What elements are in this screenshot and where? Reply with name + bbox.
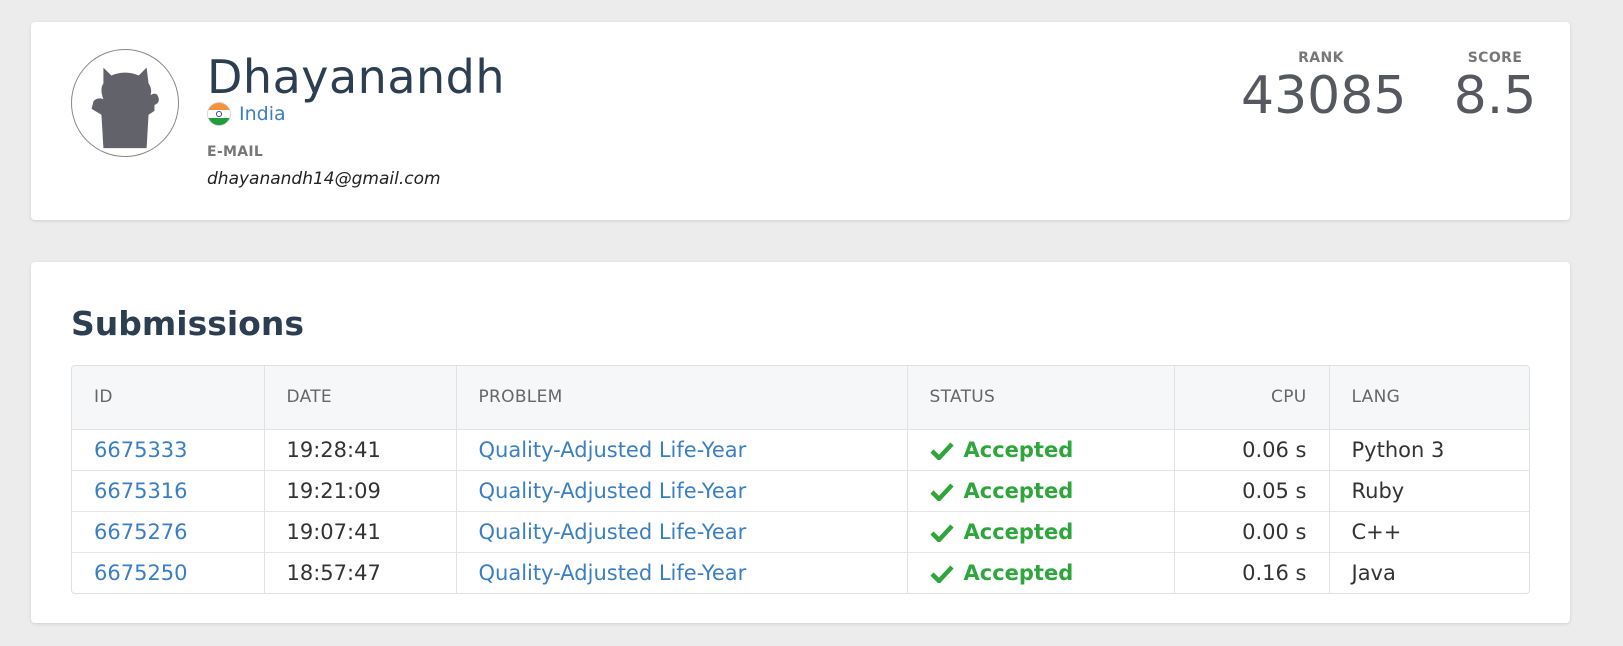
submission-cpu: 0.00 s xyxy=(1174,511,1330,553)
submission-cpu: 0.06 s xyxy=(1174,429,1330,471)
submission-cpu: 0.16 s xyxy=(1174,552,1330,593)
checkmark-icon xyxy=(929,482,954,501)
checkmark-icon xyxy=(929,441,954,460)
column-header-id: ID xyxy=(72,366,265,430)
submission-date: 19:07:41 xyxy=(264,511,457,553)
score-stat: SCORE 8.5 xyxy=(1445,50,1545,122)
submission-id-link[interactable]: 6675316 xyxy=(94,479,188,503)
column-header-problem: PROBLEM xyxy=(456,366,908,430)
india-flag-icon xyxy=(207,102,231,126)
submission-lang: C++ xyxy=(1329,511,1529,553)
rank-label: RANK xyxy=(1298,50,1344,66)
table-header-row: ID DATE PROBLEM STATUS CPU LANG xyxy=(72,366,1529,430)
column-header-lang: LANG xyxy=(1329,366,1529,430)
profile-card: Dhayanandh India E-MAIL dhayanandh14@gma… xyxy=(31,22,1570,220)
country-link[interactable]: India xyxy=(239,103,286,125)
table-row: 6675250 18:57:47 Quality-Adjusted Life-Y… xyxy=(72,552,1529,593)
score-label: SCORE xyxy=(1467,50,1523,66)
status-accepted: Accepted xyxy=(963,519,1074,544)
problem-link[interactable]: Quality-Adjusted Life-Year xyxy=(479,561,747,585)
default-avatar-icon xyxy=(91,67,159,149)
submissions-table: ID DATE PROBLEM STATUS CPU LANG 6675333 … xyxy=(71,365,1530,594)
avatar[interactable] xyxy=(71,49,179,157)
submission-lang: Java xyxy=(1351,560,1396,585)
submission-id-link[interactable]: 6675276 xyxy=(94,520,188,544)
username: Dhayanandh xyxy=(207,50,506,104)
table-row: 6675276 19:07:41 Quality-Adjusted Life-Y… xyxy=(72,511,1529,553)
problem-link[interactable]: Quality-Adjusted Life-Year xyxy=(479,438,747,462)
email-label: E-MAIL xyxy=(207,144,264,160)
status-accepted: Accepted xyxy=(963,437,1074,462)
rank-value: 43085 xyxy=(1241,66,1407,126)
submission-cpu: 0.05 s xyxy=(1174,470,1330,512)
rank-stat: RANK 43085 xyxy=(1241,50,1407,126)
submissions-card: Submissions ID DATE PROBLEM STATUS CPU L… xyxy=(31,262,1570,623)
checkmark-icon xyxy=(929,565,954,583)
submission-id-link[interactable]: 6675250 xyxy=(94,561,188,585)
submission-lang: Ruby xyxy=(1329,470,1529,512)
email-value: dhayanandh14@gmail.com xyxy=(207,169,441,189)
checkmark-icon xyxy=(929,523,954,542)
problem-link[interactable]: Quality-Adjusted Life-Year xyxy=(479,520,747,544)
submission-lang: Python 3 xyxy=(1329,429,1529,471)
column-header-cpu: CPU xyxy=(1174,366,1330,430)
submission-date: 18:57:47 xyxy=(264,552,457,593)
score-value: 8.5 xyxy=(1453,66,1537,126)
submission-date: 19:28:41 xyxy=(264,429,457,471)
country: India xyxy=(207,102,286,126)
submission-id-link[interactable]: 6675333 xyxy=(94,438,188,462)
table-row: 6675316 19:21:09 Quality-Adjusted Life-Y… xyxy=(72,470,1529,512)
status-accepted: Accepted xyxy=(963,478,1074,503)
column-header-status: STATUS xyxy=(907,366,1175,430)
problem-link[interactable]: Quality-Adjusted Life-Year xyxy=(479,479,747,503)
submissions-title: Submissions xyxy=(71,304,304,343)
column-header-date: DATE xyxy=(264,366,457,430)
status-accepted: Accepted xyxy=(963,560,1074,585)
table-row: 6675333 19:28:41 Quality-Adjusted Life-Y… xyxy=(72,429,1529,471)
submission-date: 19:21:09 xyxy=(264,470,457,512)
